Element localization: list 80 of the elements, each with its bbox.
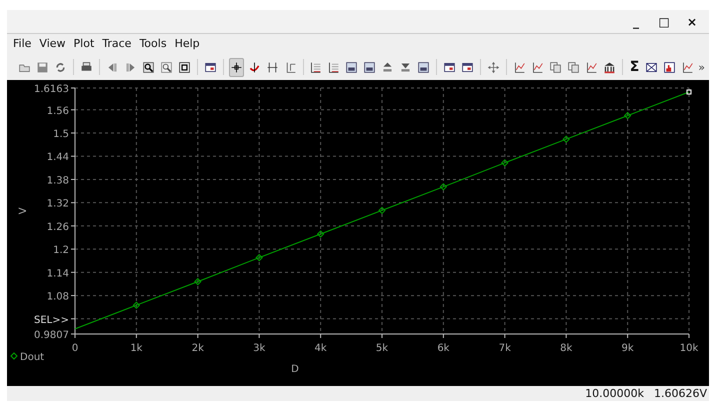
data-point xyxy=(378,206,386,214)
y-tick-label: 1.26 xyxy=(46,222,69,233)
grid-icon xyxy=(327,60,340,74)
menu-item[interactable]: View xyxy=(35,36,70,50)
y-tick-label: 1.44 xyxy=(46,152,69,164)
chart-icon xyxy=(531,60,544,74)
overflow-button[interactable]: » xyxy=(698,60,705,74)
y-tick-label: 0.9807 xyxy=(34,330,69,341)
download-icon xyxy=(399,60,412,74)
y-tick-label: 1.38 xyxy=(46,175,69,186)
y-tick-label: 1.32 xyxy=(46,198,69,210)
building-icon xyxy=(603,60,616,74)
x-tick-label: 6k xyxy=(437,343,450,354)
grid-icon xyxy=(309,60,322,74)
cursor-icon xyxy=(248,60,260,74)
x-tick-label: 5k xyxy=(376,343,388,354)
window-icon xyxy=(461,60,474,74)
x-axis-label: D xyxy=(291,364,299,375)
copy-icon xyxy=(549,60,562,74)
cursor-marker[interactable] xyxy=(686,89,692,94)
back-icon xyxy=(106,60,119,74)
menu-item[interactable]: Trace xyxy=(98,36,136,50)
chart-icon xyxy=(585,60,598,74)
chart-icon xyxy=(513,60,526,74)
y-tick-label: SEL>> xyxy=(34,314,69,326)
x-tick-label: 10k xyxy=(680,343,698,354)
panel-icon xyxy=(363,60,376,74)
y-tick-label: 1.6163 xyxy=(34,84,69,95)
status-text: 1.60626V xyxy=(654,387,707,400)
y-tick-label: 1.2 xyxy=(53,245,69,256)
status-text: 10.00000k xyxy=(585,387,644,400)
reload-icon xyxy=(54,60,67,74)
x-tick-label: 1k xyxy=(130,343,142,354)
data-point xyxy=(132,302,140,309)
zoom-in-icon xyxy=(142,60,155,74)
toolbar-button[interactable]: Σ xyxy=(628,58,642,76)
cursor-lines-icon xyxy=(266,60,278,74)
data-point xyxy=(194,278,202,286)
y-tick-label: 1.14 xyxy=(46,268,69,280)
y-tick-label: 1.5 xyxy=(53,129,69,140)
zoom-out-icon xyxy=(160,60,173,74)
crosshair-icon xyxy=(230,60,242,74)
minimize-button[interactable]: _ xyxy=(625,12,647,32)
panel-icon xyxy=(345,60,358,74)
forward-icon xyxy=(124,60,137,74)
histogram-icon xyxy=(663,60,676,74)
window-icon xyxy=(204,60,217,74)
window-icon xyxy=(443,60,456,74)
x-tick-label: 3k xyxy=(253,343,266,354)
y-tick-label: 1.56 xyxy=(46,106,69,117)
x-tick-label: 0 xyxy=(72,343,78,354)
x-tick-label: 9k xyxy=(622,343,634,354)
x-tick-label: 7k xyxy=(498,343,511,354)
upload-icon xyxy=(381,60,394,74)
data-point xyxy=(316,230,324,238)
x-tick-label: 4k xyxy=(314,343,327,354)
y-tick-label: 1.08 xyxy=(46,292,69,303)
data-point xyxy=(256,254,263,262)
x-tick-label: 2k xyxy=(192,343,204,354)
data-point xyxy=(440,183,448,191)
menu-item[interactable]: Help xyxy=(170,36,204,50)
y-axis-label: V xyxy=(18,208,29,214)
data-point xyxy=(562,136,570,143)
close-button[interactable]: × xyxy=(681,12,703,32)
x-tick-label: 8k xyxy=(560,343,572,354)
legend-label: Dout xyxy=(20,352,44,363)
move-icon xyxy=(487,60,500,74)
toolbar-button[interactable] xyxy=(228,58,244,76)
data-point xyxy=(624,112,632,120)
zoom-fit-icon xyxy=(178,60,191,74)
chart-icon xyxy=(681,60,694,74)
data-point xyxy=(501,159,508,167)
panel-icon xyxy=(417,60,430,74)
menu-item[interactable]: File xyxy=(9,36,36,50)
maximize-button[interactable]: □ xyxy=(653,12,675,32)
menu-item[interactable]: Tools xyxy=(135,36,171,50)
menu-item[interactable]: Plot xyxy=(70,36,98,50)
envelope-icon xyxy=(645,60,658,74)
printer-icon xyxy=(80,60,93,74)
copy-icon xyxy=(567,60,580,74)
